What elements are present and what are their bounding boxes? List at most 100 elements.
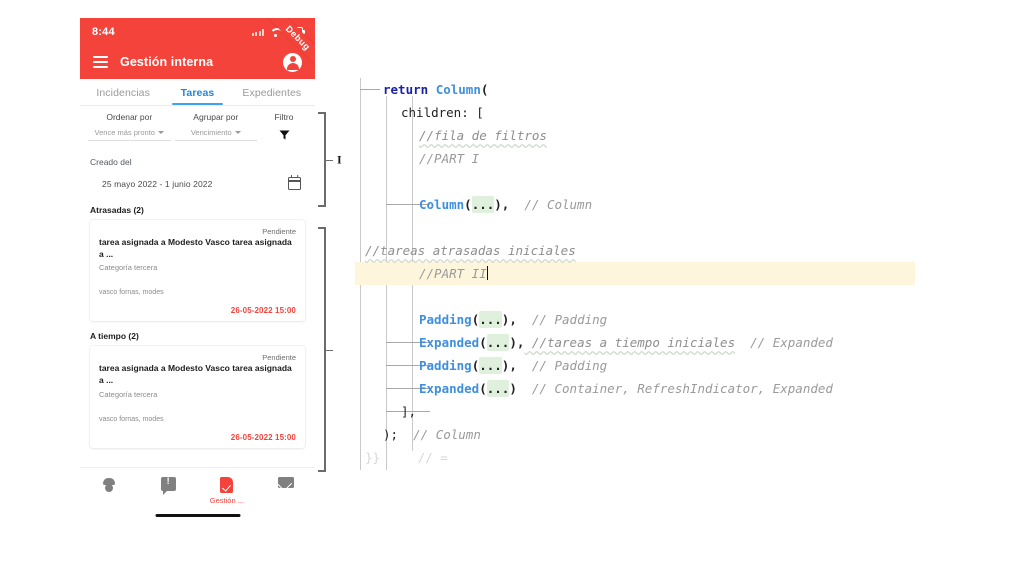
code-token-plain: }} // = xyxy=(365,450,448,465)
bottom-navigation-bar: Gestión ... xyxy=(80,467,315,523)
code-token-cm: // Padding xyxy=(516,312,608,327)
code-line[interactable]: }} // = xyxy=(355,446,915,469)
app-bar: Gestión interna xyxy=(80,45,315,79)
date-range-value: 25 mayo 2022 - 1 junio 2022 xyxy=(102,178,213,189)
code-token-pun: ) xyxy=(509,381,517,396)
sort-filter: Ordenar por Vence más pronto xyxy=(88,112,171,146)
task-card[interactable]: Pendiente tarea asignada a Modesto Vasco… xyxy=(90,346,305,448)
task-card[interactable]: Pendiente tarea asignada a Modesto Vasco… xyxy=(90,220,305,322)
code-editor-panel[interactable]: return Column(children: [//fila de filtr… xyxy=(355,78,915,483)
code-token-pun: ), xyxy=(501,312,517,327)
code-token-pun: ), xyxy=(509,335,525,350)
chevron-down-icon xyxy=(234,131,241,134)
status-bar-icons xyxy=(251,27,305,37)
code-token-fold: ... xyxy=(479,311,502,328)
filter-label: Filtro xyxy=(274,112,294,122)
code-token-kw: return xyxy=(383,82,429,97)
code-token-pun: ( xyxy=(464,197,472,212)
mail-envelope-icon xyxy=(277,477,294,488)
code-token-cls: Padding xyxy=(419,312,472,327)
screenshot-root: 8:44 Debug Gestión interna Incidencias T… xyxy=(0,0,1024,576)
group-filter-label: Agrupar por xyxy=(193,112,239,122)
nav-item-mail[interactable] xyxy=(256,477,315,488)
tab-tareas[interactable]: Tareas xyxy=(160,79,234,105)
home-indicator xyxy=(155,513,240,517)
nav-item-veterinary[interactable] xyxy=(80,477,139,493)
group-filter-dropdown[interactable]: Vencimiento xyxy=(174,128,257,141)
group-heading-atrasadas: Atrasadas (2) xyxy=(90,205,144,215)
tab-bar: Incidencias Tareas Expedientes xyxy=(80,79,315,106)
code-token-cm: // Padding xyxy=(516,358,608,373)
group-filter: Agrupar por Vencimiento xyxy=(174,112,257,146)
code-line[interactable]: Padding(...), // Padding xyxy=(355,308,915,331)
nav-item-alerts[interactable] xyxy=(139,476,198,495)
code-token-cm: // Expanded xyxy=(735,335,833,350)
code-token-pun: ( xyxy=(480,82,489,97)
code-token-cls: Column xyxy=(419,197,465,212)
date-filter-label: Creado del xyxy=(90,157,132,167)
chevron-down-icon xyxy=(157,131,164,134)
code-token-fold: ... xyxy=(471,196,495,213)
account-circle-icon[interactable] xyxy=(283,52,302,72)
code-line[interactable]: Padding(...), // Padding xyxy=(355,354,915,377)
task-category: Categoría tercera xyxy=(99,263,158,273)
task-title: tarea asignada a Modesto Vasco tarea asi… xyxy=(99,237,292,259)
code-line[interactable]: Column(...), // Column xyxy=(355,193,915,216)
code-line[interactable] xyxy=(355,170,915,193)
app-title: Gestión interna xyxy=(120,55,214,69)
brace-cap xyxy=(318,205,325,207)
code-line[interactable]: children: [ xyxy=(355,101,915,124)
tab-incidencias[interactable]: Incidencias xyxy=(86,79,160,105)
funnel-filter-icon[interactable] xyxy=(278,129,291,141)
code-token-fold: ... xyxy=(486,380,510,397)
task-due-date: 26-05-2022 15:00 xyxy=(230,306,296,316)
code-token-pun: ( xyxy=(479,335,487,350)
code-token-pun: ), xyxy=(501,358,517,373)
document-check-icon xyxy=(220,477,234,493)
code-line[interactable]: Expanded(...) // Container, RefreshIndic… xyxy=(355,377,915,400)
code-line[interactable]: return Column( xyxy=(355,78,915,101)
code-token-cls: Expanded xyxy=(419,335,480,350)
annotation-label-1: I xyxy=(337,152,342,166)
code-token-plain: ); xyxy=(383,427,399,442)
code-line[interactable] xyxy=(355,216,915,239)
code-token-cls: Column xyxy=(435,82,481,97)
status-bar-clock: 8:44 xyxy=(92,25,115,38)
code-token-cm: //PART I xyxy=(419,151,480,166)
group-filter-value: Vencimiento xyxy=(190,128,232,137)
code-token-cm-sp: //fila de filtros xyxy=(419,128,547,143)
status-bar: 8:44 xyxy=(80,18,315,45)
calendar-icon[interactable] xyxy=(287,175,302,190)
code-line[interactable]: ); // Column xyxy=(355,423,915,446)
code-line[interactable] xyxy=(355,285,915,308)
code-line[interactable]: Expanded(...), //tareas a tiempo inicial… xyxy=(355,331,915,354)
code-line[interactable]: //PART I xyxy=(355,147,915,170)
code-line[interactable]: //tareas atrasadas iniciales xyxy=(355,239,915,262)
text-cursor xyxy=(486,266,489,280)
date-filter-row[interactable]: 25 mayo 2022 - 1 junio 2022 xyxy=(80,167,315,199)
brace-tick xyxy=(324,349,333,352)
code-token-cm: // Container, RefreshIndicator, Expanded xyxy=(516,381,833,396)
sort-filter-value: Vence más pronto xyxy=(94,128,155,137)
status-badge: Pendiente xyxy=(262,227,296,236)
group-heading-a-tiempo: A tiempo (2) xyxy=(90,331,139,342)
sort-filter-dropdown[interactable]: Vence más pronto xyxy=(88,128,171,141)
code-line[interactable]: ], xyxy=(355,400,915,423)
code-token-cm-sp: //tareas a tiempo iniciales xyxy=(524,335,736,350)
code-token-cls: Expanded xyxy=(419,381,480,396)
phone-app-screenshot: 8:44 Debug Gestión interna Incidencias T… xyxy=(80,18,315,523)
nav-item-gestion[interactable]: Gestión ... xyxy=(198,477,257,505)
hamburger-menu-icon[interactable] xyxy=(93,56,108,68)
code-line[interactable]: //PART II xyxy=(355,262,915,285)
code-token-cls: Padding xyxy=(419,358,472,373)
task-title: tarea asignada a Modesto Vasco tarea asi… xyxy=(99,363,292,386)
nav-item-gestion-label: Gestión ... xyxy=(209,496,244,505)
task-category: Categoría tercera xyxy=(99,389,158,399)
code-lines: return Column(children: [//fila de filtr… xyxy=(355,78,915,469)
alert-chat-icon xyxy=(160,476,176,495)
tab-expedientes[interactable]: Expedientes xyxy=(235,79,309,105)
code-token-cm: // Column xyxy=(509,197,593,212)
code-line[interactable]: //fila de filtros xyxy=(355,124,915,147)
filters-row: Ordenar por Vence más pronto Agrupar por… xyxy=(80,106,315,146)
code-token-pun: ), xyxy=(494,197,510,212)
